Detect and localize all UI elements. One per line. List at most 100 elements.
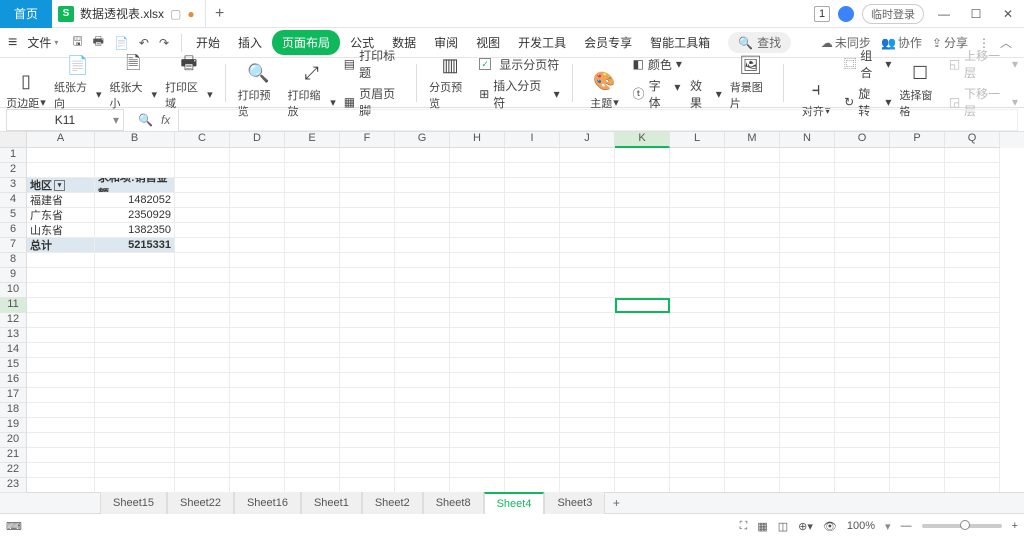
cell-P6[interactable]	[890, 223, 945, 238]
row-header-21[interactable]: 21	[0, 448, 26, 463]
cell-L18[interactable]	[670, 403, 725, 418]
cell-F17[interactable]	[340, 388, 395, 403]
cell-M16[interactable]	[725, 373, 780, 388]
cell-F22[interactable]	[340, 463, 395, 478]
cell-P23[interactable]	[890, 478, 945, 492]
document-tab[interactable]: S 数据透视表.xlsx ▢ ●	[52, 0, 206, 28]
cell-A13[interactable]	[27, 328, 95, 343]
cell-L20[interactable]	[670, 433, 725, 448]
cell-H6[interactable]	[450, 223, 505, 238]
cell-G14[interactable]	[395, 343, 450, 358]
cell-F14[interactable]	[340, 343, 395, 358]
menu-tab-9[interactable]: 智能工具箱	[642, 30, 718, 55]
cell-Q15[interactable]	[945, 358, 1000, 373]
cell-D12[interactable]	[230, 313, 285, 328]
cell-O10[interactable]	[835, 283, 890, 298]
cell-A14[interactable]	[27, 343, 95, 358]
cell-O5[interactable]	[835, 208, 890, 223]
cell-K21[interactable]	[615, 448, 670, 463]
cell-G19[interactable]	[395, 418, 450, 433]
cell-F8[interactable]	[340, 253, 395, 268]
cell-E22[interactable]	[285, 463, 340, 478]
cell-H2[interactable]	[450, 163, 505, 178]
cell-E2[interactable]	[285, 163, 340, 178]
show-page-break-checkbox[interactable]: 显示分页符	[479, 56, 559, 73]
cell-P11[interactable]	[890, 298, 945, 313]
col-header-E[interactable]: E	[285, 132, 340, 148]
cell-E8[interactable]	[285, 253, 340, 268]
cell-K12[interactable]	[615, 313, 670, 328]
cell-F12[interactable]	[340, 313, 395, 328]
cell-M11[interactable]	[725, 298, 780, 313]
cell-F16[interactable]	[340, 373, 395, 388]
find-replace-icon[interactable]: 🔍	[138, 113, 153, 127]
cell-N3[interactable]	[780, 178, 835, 193]
cell-I12[interactable]	[505, 313, 560, 328]
row-header-13[interactable]: 13	[0, 328, 26, 343]
cell-F20[interactable]	[340, 433, 395, 448]
group-button[interactable]: ⿴ 组合▾	[844, 47, 891, 81]
cell-C3[interactable]	[175, 178, 230, 193]
cell-Q23[interactable]	[945, 478, 1000, 492]
cell-H11[interactable]	[450, 298, 505, 313]
cell-O14[interactable]	[835, 343, 890, 358]
cell-M1[interactable]	[725, 148, 780, 163]
cell-A18[interactable]	[27, 403, 95, 418]
cell-D2[interactable]	[230, 163, 285, 178]
paper-size-button[interactable]: 🗎纸张大小▾	[110, 55, 158, 111]
cell-D18[interactable]	[230, 403, 285, 418]
cell-A15[interactable]	[27, 358, 95, 373]
cell-E13[interactable]	[285, 328, 340, 343]
cell-G5[interactable]	[395, 208, 450, 223]
cell-N1[interactable]	[780, 148, 835, 163]
cell-P1[interactable]	[890, 148, 945, 163]
cell-M21[interactable]	[725, 448, 780, 463]
cell-O18[interactable]	[835, 403, 890, 418]
cell-B19[interactable]	[95, 418, 175, 433]
row-header-16[interactable]: 16	[0, 373, 26, 388]
cell-K13[interactable]	[615, 328, 670, 343]
cell-P7[interactable]	[890, 238, 945, 253]
cell-Q16[interactable]	[945, 373, 1000, 388]
cell-O13[interactable]	[835, 328, 890, 343]
cell-G9[interactable]	[395, 268, 450, 283]
cell-M18[interactable]	[725, 403, 780, 418]
cell-D23[interactable]	[230, 478, 285, 492]
print-area-button[interactable]: 🖶打印区域▾	[165, 55, 213, 111]
cell-B18[interactable]	[95, 403, 175, 418]
col-header-B[interactable]: B	[95, 132, 175, 148]
cell-A5[interactable]: 广东省	[27, 208, 95, 223]
cell-H4[interactable]	[450, 193, 505, 208]
cell-H3[interactable]	[450, 178, 505, 193]
cell-J10[interactable]	[560, 283, 615, 298]
cell-Q7[interactable]	[945, 238, 1000, 253]
col-header-C[interactable]: C	[175, 132, 230, 148]
cell-C17[interactable]	[175, 388, 230, 403]
cell-K16[interactable]	[615, 373, 670, 388]
cell-J23[interactable]	[560, 478, 615, 492]
cell-P15[interactable]	[890, 358, 945, 373]
cell-K6[interactable]	[615, 223, 670, 238]
cell-F19[interactable]	[340, 418, 395, 433]
cell-O4[interactable]	[835, 193, 890, 208]
cell-E15[interactable]	[285, 358, 340, 373]
cell-A10[interactable]	[27, 283, 95, 298]
cell-E18[interactable]	[285, 403, 340, 418]
cell-M22[interactable]	[725, 463, 780, 478]
cell-Q13[interactable]	[945, 328, 1000, 343]
cell-B6[interactable]: 1382350	[95, 223, 175, 238]
cell-M12[interactable]	[725, 313, 780, 328]
cell-N22[interactable]	[780, 463, 835, 478]
cell-G10[interactable]	[395, 283, 450, 298]
cell-C2[interactable]	[175, 163, 230, 178]
cell-J8[interactable]	[560, 253, 615, 268]
cell-N8[interactable]	[780, 253, 835, 268]
cell-N23[interactable]	[780, 478, 835, 492]
sheet-tab-Sheet4[interactable]: Sheet4	[484, 492, 545, 514]
cell-G16[interactable]	[395, 373, 450, 388]
cell-I11[interactable]	[505, 298, 560, 313]
cell-B3[interactable]: 求和项:销售金额	[95, 178, 175, 193]
cell-O7[interactable]	[835, 238, 890, 253]
cell-N13[interactable]	[780, 328, 835, 343]
cell-C4[interactable]	[175, 193, 230, 208]
